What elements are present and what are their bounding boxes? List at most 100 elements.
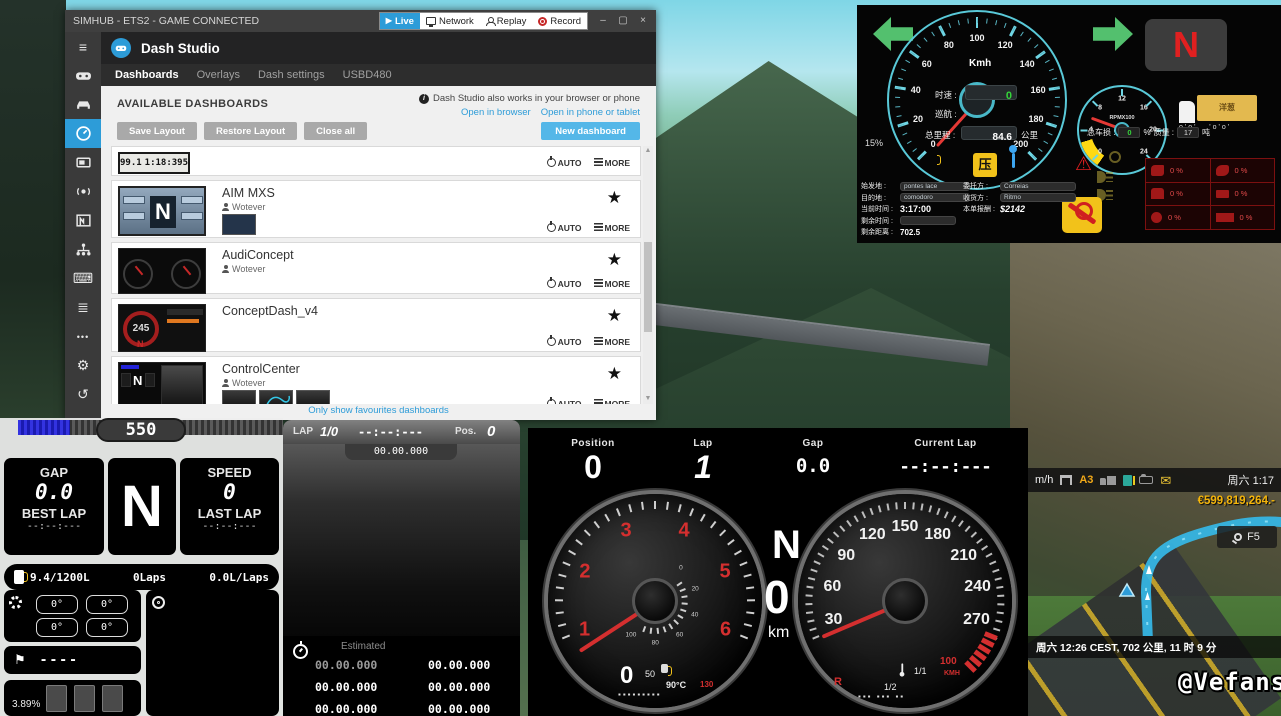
sidebar-item-dash-studio[interactable] <box>65 119 101 148</box>
gauge-label: 6 <box>719 618 732 640</box>
dashboard-list[interactable]: 99.1 1:18:395 AUTO MORE N AIM MXS Woteve… <box>111 146 641 404</box>
more-button[interactable]: MORE <box>593 337 630 347</box>
gauge-tick <box>812 634 820 640</box>
gauge-tick <box>912 501 915 509</box>
messages-icon[interactable]: ✉ <box>1160 474 1171 487</box>
map-zoom-button[interactable]: F5 <box>1217 526 1277 548</box>
dashboard-card[interactable]: AudiConcept Wotever ★ AUTO MORE <box>111 242 641 294</box>
gauge-label: 120 <box>858 525 886 543</box>
minimize-button[interactable]: – <box>594 12 612 30</box>
list-icon[interactable]: ≣ <box>65 293 101 322</box>
scrollbar-thumb[interactable] <box>644 242 652 332</box>
gauge-tick <box>894 96 900 98</box>
gauge-hub <box>632 578 678 624</box>
menu-icon[interactable]: ≡ <box>65 32 101 61</box>
tab-dashboards[interactable]: Dashboards <box>107 69 187 81</box>
network-button[interactable]: Network <box>420 13 480 29</box>
gap-value: 0.0 <box>795 455 831 477</box>
gauge-label: 8 <box>1098 104 1103 112</box>
dashboard-card[interactable]: 99.1 1:18:395 AUTO MORE <box>111 146 641 176</box>
favourites-filter-link[interactable]: Only show favourites dashboards <box>101 405 656 416</box>
gauge-tick <box>861 510 867 518</box>
road-gantry-icon <box>1060 475 1073 485</box>
more-options-icon[interactable]: ••• <box>65 322 101 351</box>
record-button[interactable]: Record <box>532 13 587 29</box>
gauge-tick <box>654 501 656 509</box>
replay-button[interactable]: Replay <box>480 13 533 29</box>
favourite-star-icon[interactable]: ★ <box>607 189 622 206</box>
gauge-tick <box>989 559 997 565</box>
flag-value: ---- <box>39 652 79 668</box>
tire-temp-rl: 0° <box>36 618 78 637</box>
rest-stop-icon[interactable] <box>1139 474 1154 484</box>
kmh-label: KMH <box>944 670 960 677</box>
road-name: A3 <box>1079 474 1094 486</box>
save-layout-button[interactable]: Save Layout <box>117 122 197 140</box>
auto-button[interactable]: AUTO <box>546 156 582 168</box>
auto-button[interactable]: AUTO <box>546 335 582 347</box>
keyboard-icon[interactable]: ⌨ <box>65 264 101 293</box>
more-button[interactable]: MORE <box>593 223 630 233</box>
sidebar-item-sound[interactable] <box>65 177 101 206</box>
open-in-browser-link[interactable]: Open in browser <box>461 107 531 118</box>
history-icon[interactable]: ↺ <box>65 380 101 409</box>
more-button[interactable]: MORE <box>593 279 630 289</box>
position-label: Pos. <box>455 426 477 437</box>
gauge-label: 240 <box>964 577 991 595</box>
scroll-down-icon[interactable]: ▼ <box>643 394 653 404</box>
auto-button[interactable]: AUTO <box>546 397 582 404</box>
fuel-station-icon[interactable] <box>1123 474 1136 486</box>
field-row: 收货方 : Ritmo <box>963 193 1123 203</box>
sidebar-item-leds[interactable] <box>65 206 101 235</box>
gauge-label: 80 <box>943 39 954 50</box>
lap-column: Lap 1 <box>658 438 748 486</box>
new-dashboard-button[interactable]: New dashboard <box>541 122 640 140</box>
scrollbar[interactable]: ▲ ▼ <box>643 146 653 404</box>
dashboard-author: Wotever <box>222 264 265 274</box>
gear-value: N <box>772 523 801 567</box>
thumb-time: 1:18:395 <box>144 158 189 168</box>
simhub-window: SIMHUB - ETS2 - GAME CONNECTED ▶ Live Net… <box>65 10 656 420</box>
sidebar-item-devices[interactable] <box>65 148 101 177</box>
gauge-tick <box>996 610 1004 614</box>
indicator-box <box>74 685 95 712</box>
settings-gear-icon[interactable]: ⚙ <box>65 351 101 380</box>
sidebar-item-car[interactable] <box>65 90 101 119</box>
scroll-up-icon[interactable]: ▲ <box>643 146 653 156</box>
sidebar-item-controllers[interactable] <box>65 61 101 90</box>
tab-dash-settings[interactable]: Dash settings <box>250 69 333 81</box>
audiconcept-dash-overlay: Position 0 Lap 1 Gap 0.0 Current Lap --:… <box>528 428 1028 716</box>
gauge-label: 100 <box>969 33 985 43</box>
dashboard-card[interactable]: 245 N ConceptDash_v4 ★ AUTO MORE <box>111 298 641 352</box>
truck-cargo-icon: 洋葱 o'o' 'o'o' <box>1179 91 1275 131</box>
close-button[interactable]: × <box>634 12 652 30</box>
favourite-star-icon[interactable]: ★ <box>607 307 622 324</box>
more-button[interactable]: MORE <box>593 399 630 404</box>
fuel-percent-label: 15% <box>865 138 884 148</box>
speedometer: R 1/2 1/1 100 KMH ▪▪▪ ▪▪▪ ▪▪ 30 60 90 120 15… <box>798 494 1012 708</box>
tab-overlays[interactable]: Overlays <box>189 69 248 81</box>
auto-button[interactable]: AUTO <box>546 221 582 233</box>
gauge-tick <box>985 552 993 558</box>
tab-usbd480[interactable]: USBD480 <box>335 69 400 81</box>
maximize-button[interactable]: ▢ <box>614 12 632 30</box>
sidebar-item-network[interactable] <box>65 235 101 264</box>
open-in-phone-link[interactable]: Open in phone or tablet <box>541 107 640 118</box>
favourite-star-icon[interactable]: ★ <box>607 365 622 382</box>
close-all-button[interactable]: Close all <box>304 122 368 140</box>
dashboard-card[interactable]: N ControlCenter Wotever ★ AUTO MORE <box>111 356 641 404</box>
dashboard-card[interactable]: N AIM MXS Wotever ★ AUTO MORE <box>111 180 641 238</box>
titlebar[interactable]: SIMHUB - ETS2 - GAME CONNECTED ▶ Live Net… <box>65 10 656 32</box>
more-button[interactable]: MORE <box>593 158 630 168</box>
current-lap-column: Current Lap --:--:--- <box>873 438 1018 477</box>
live-button[interactable]: ▶ Live <box>379 13 420 29</box>
auto-button[interactable]: AUTO <box>546 277 582 289</box>
favourite-star-icon[interactable]: ★ <box>607 251 622 268</box>
restore-layout-button[interactable]: Restore Layout <box>203 122 298 140</box>
gauge-tick <box>994 576 1002 581</box>
truck-icon[interactable] <box>1100 475 1117 485</box>
thumb-box <box>181 212 203 220</box>
sub-thumbnail <box>296 390 330 404</box>
thumb-rpm-bar <box>121 365 139 369</box>
gauge-label: 180 <box>1028 114 1044 125</box>
